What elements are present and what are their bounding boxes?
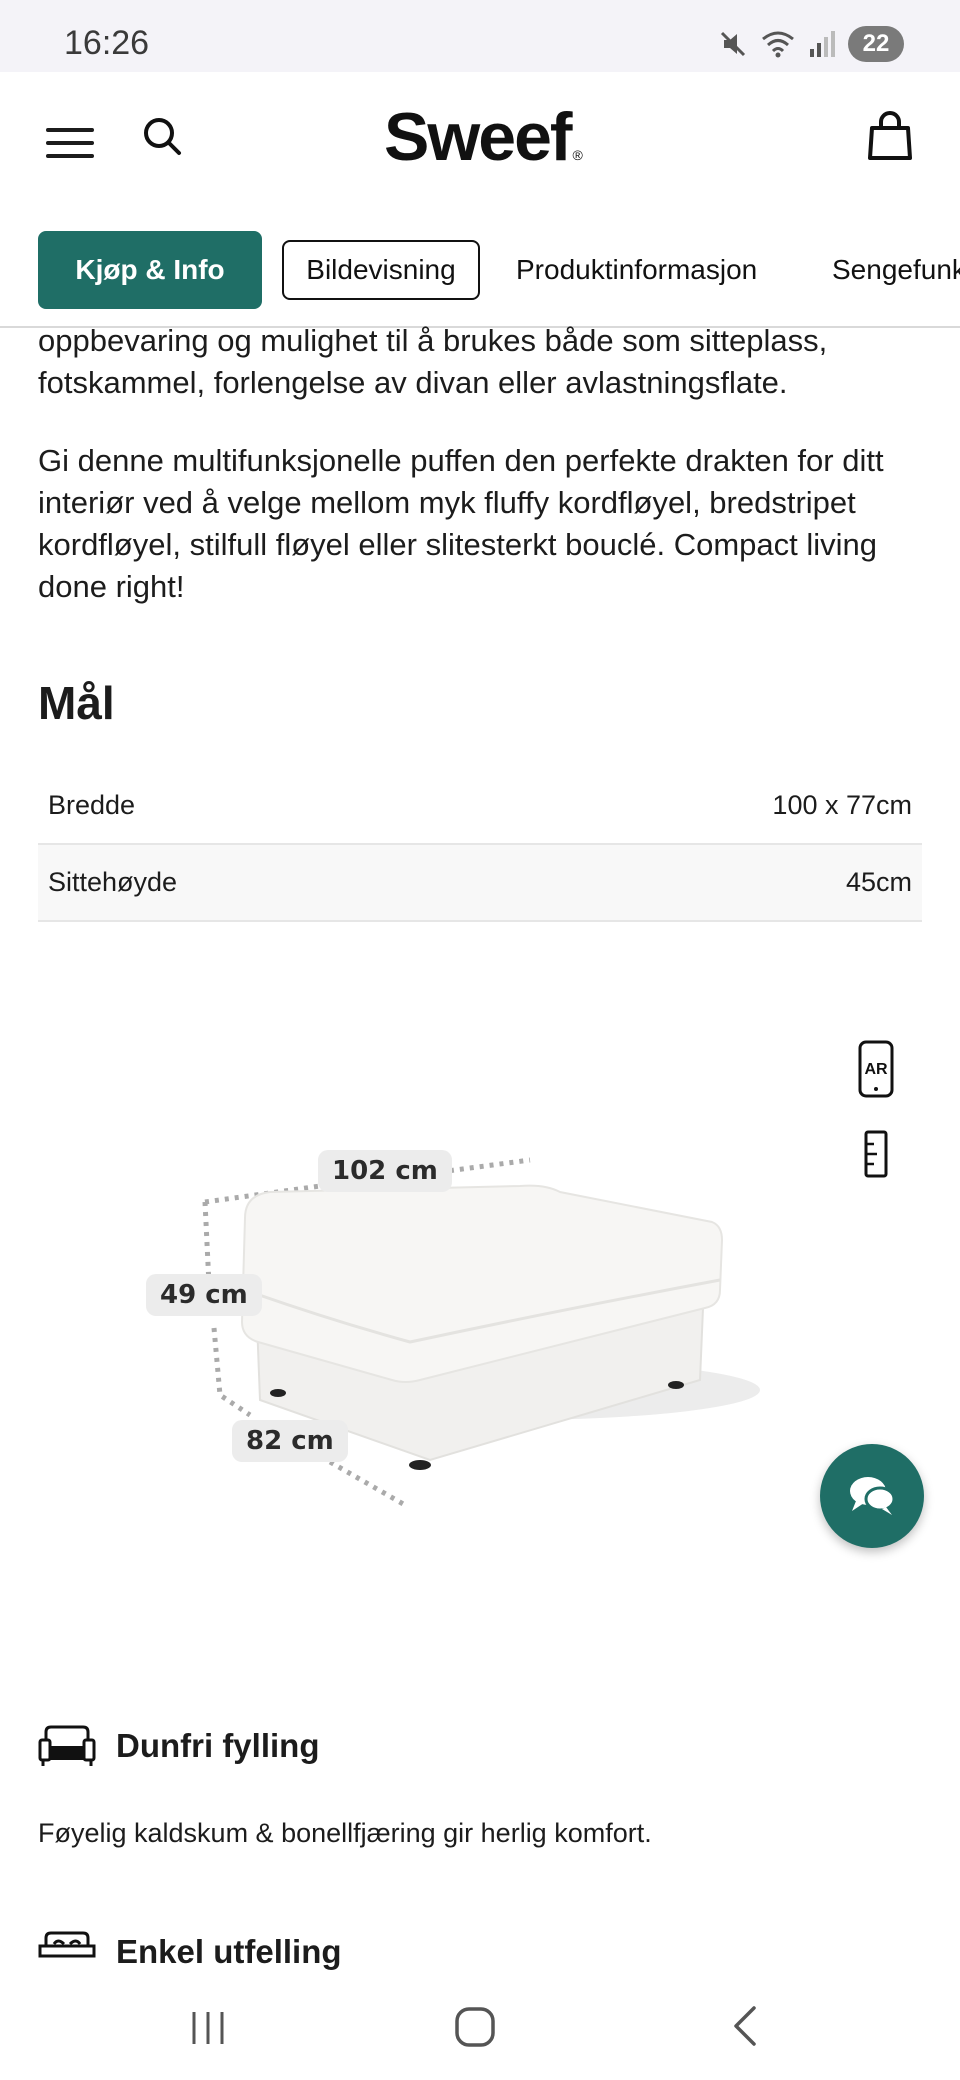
depth-label: 82 cm: [232, 1420, 348, 1462]
product-image-viewer[interactable]: 102 cm 49 cm 82 cm AR: [0, 960, 960, 1580]
status-time: 16:26: [64, 24, 150, 62]
site-header: Sweef ®: [0, 72, 960, 204]
logo-mark: ®: [572, 147, 583, 163]
product-description: oppbevaring og mulighet til å brukes båd…: [38, 323, 922, 608]
dimensions-table: Bredde 100 x 77cm Sittehøyde 45cm: [38, 768, 922, 922]
table-row: Bredde 100 x 77cm: [38, 768, 922, 845]
sofa-icon: [38, 1725, 96, 1766]
feature-item: Enkel utfelling: [38, 1930, 922, 1974]
chat-icon: [850, 1477, 896, 1515]
search-icon[interactable]: [142, 116, 182, 156]
system-navigation-bar: [0, 1976, 960, 2080]
feature-item: Dunfri fylling Føyelig kaldskum & bonell…: [38, 1724, 922, 1849]
wifi-icon: [762, 31, 794, 58]
tab-bildevisning[interactable]: Bildevisning: [282, 240, 480, 300]
description-paragraph: Gi denne multifunksjonelle puffen den pe…: [38, 443, 884, 604]
feature-description: Føyelig kaldskum & bonellfjæring gir her…: [38, 1818, 652, 1848]
spec-label: Sittehøyde: [48, 867, 178, 897]
signal-icon: [810, 31, 835, 57]
brand-logo[interactable]: Sweef ®: [384, 98, 583, 176]
spec-value: 100 x 77cm: [772, 790, 912, 820]
cart-icon[interactable]: [866, 110, 914, 162]
table-row: Sittehøyde 45cm: [38, 845, 922, 922]
feature-title: Enkel utfelling: [116, 1933, 342, 1970]
recent-apps-icon[interactable]: [188, 2008, 228, 2048]
description-paragraph: oppbevaring og mulighet til å brukes båd…: [38, 323, 828, 400]
spec-label: Bredde: [48, 790, 136, 820]
ruler-icon[interactable]: [864, 1130, 888, 1178]
menu-icon[interactable]: [46, 128, 94, 158]
status-icons: 22: [718, 26, 904, 62]
ar-view-icon[interactable]: AR: [858, 1040, 894, 1098]
mute-icon: [720, 31, 746, 57]
tab-produktinformasjon[interactable]: Produktinformasjon: [516, 231, 757, 309]
feature-title: Dunfri fylling: [116, 1727, 320, 1764]
dimensions-title: Mål: [38, 677, 115, 729]
ar-label: AR: [864, 1061, 888, 1078]
height-label: 49 cm: [146, 1274, 262, 1316]
sofa-bed-icon: [38, 1931, 96, 1958]
home-icon[interactable]: [454, 2006, 496, 2048]
section-tabs: Kjøp & Info Bildevisning Produktinformas…: [0, 204, 960, 328]
logo-text: Sweef: [384, 99, 573, 175]
back-icon[interactable]: [730, 2004, 760, 2048]
tab-sengefunksjon[interactable]: Sengefunk: [832, 231, 960, 309]
chat-button[interactable]: [820, 1444, 924, 1548]
spec-value: 45cm: [845, 867, 912, 897]
tab-kjop-info[interactable]: Kjøp & Info: [38, 231, 262, 309]
width-label: 102 cm: [318, 1150, 452, 1192]
status-bar: 16:26 22: [0, 0, 960, 72]
ottoman-image: [202, 1157, 760, 1508]
battery-indicator: 22: [848, 26, 904, 62]
